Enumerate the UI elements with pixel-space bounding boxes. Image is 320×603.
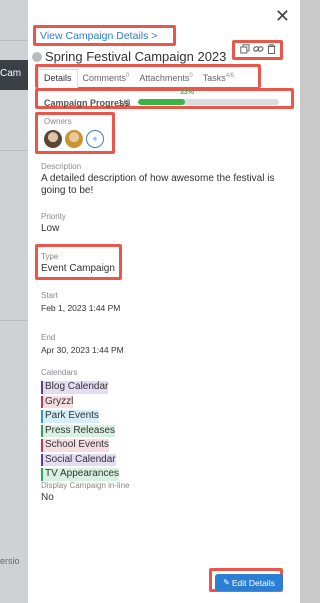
description-label: Description [41,162,82,171]
calendar-tag[interactable]: Gryzzl [41,395,74,408]
start-value: Feb 1, 2023 1:44 PM [41,303,121,313]
calendar-list-item: Gryzzl [41,394,119,408]
calendar-tag[interactable]: TV Appearances [41,468,119,481]
background-app: Cam ersio [0,0,28,603]
owner-avatar[interactable] [44,130,62,148]
calendar-list-item: School Events [41,437,119,452]
end-label: End [41,333,56,342]
start-field: Start Feb 1, 2023 1:44 PM [41,291,120,314]
calendar-tag[interactable]: Press Releases [41,424,116,437]
highlight-edit-button: ✎ Edit Details [209,568,283,592]
calendar-list-item: Press Releases [41,423,119,437]
pencil-icon: ✎ [223,578,230,587]
progress-bar [138,99,279,105]
progress-count: 1/3 [118,98,131,108]
calendar-tag[interactable]: Blog Calendar [41,381,109,394]
close-icon[interactable]: ✕ [275,7,290,25]
display-inline-field: Display Campaign in-line No [41,481,129,504]
link-icon[interactable] [252,44,264,57]
calendar-tag[interactable]: Park Events [41,410,99,423]
calendars-list: Blog Calendar Gryzzl Park Events Press Rele… [41,379,119,481]
calendar-list-item: TV Appearances [41,466,119,481]
type-field: Type Event Campaign [41,252,115,275]
calendar-list-item: Park Events [41,408,119,423]
calendars-label: Calendars [41,368,78,377]
campaign-detail-panel: ✕ View Campaign Details > Spring Festiva… [28,0,300,603]
calendars-field: Calendars Blog Calendar Gryzzl Park Events… [41,368,119,481]
tab-tasks[interactable]: Tasks4/6 [198,73,239,87]
tab-bar: Details Comments0 Attachments0 Tasks4/6 [35,64,261,88]
status-dot-icon [32,51,42,62]
progress-bar-fill [138,99,185,105]
page-title: Spring Festival Campaign 2023 [45,49,227,64]
tab-comments[interactable]: Comments0 [78,73,135,87]
end-field: End Apr 30, 2023 1:44 PM [41,333,124,356]
owners-label: Owners [44,117,72,126]
start-label: Start [41,291,58,300]
action-icons-group [232,40,283,60]
calendar-tag[interactable]: Social Calendar [41,453,116,466]
priority-field: Priority Low [41,212,66,235]
owners-section: Owners + [35,112,115,154]
progress-label: Campaign Progress [44,98,130,108]
background-partial-label: Cam [0,68,22,79]
edit-details-button[interactable]: ✎ Edit Details [215,574,283,591]
display-inline-label: Display Campaign in-line [41,481,130,490]
calendar-tag[interactable]: School Events [41,439,109,452]
calendar-list-item: Social Calendar [41,452,119,466]
type-label: Type [41,252,59,261]
owner-avatars: + [44,130,104,148]
priority-value: Low [41,223,60,234]
owner-avatar[interactable] [65,130,83,148]
copy-icon[interactable] [239,43,250,57]
tab-attachments[interactable]: Attachments0 [134,73,197,87]
progress-percent: 33% [180,89,195,96]
title-row: Spring Festival Campaign 2023 [32,49,226,64]
end-value: Apr 30, 2023 1:44 PM [41,345,124,355]
description-value: A detailed description of how awesome th… [41,173,275,196]
priority-label: Priority [41,212,66,221]
edit-details-label: Edit Details [231,577,275,588]
type-value: Event Campaign [41,263,115,274]
calendar-list-item: Blog Calendar [41,379,119,394]
background-version-text: ersio [0,556,20,566]
campaign-progress: Campaign Progress 1/3 33% [35,88,294,109]
trash-icon[interactable] [267,43,276,57]
description-field: Description A detailed description of ho… [41,162,281,197]
tab-details[interactable]: Details [38,69,78,88]
display-inline-value: No [41,492,54,503]
view-campaign-details-link[interactable]: View Campaign Details > [37,28,160,44]
add-owner-button[interactable]: + [86,130,104,148]
